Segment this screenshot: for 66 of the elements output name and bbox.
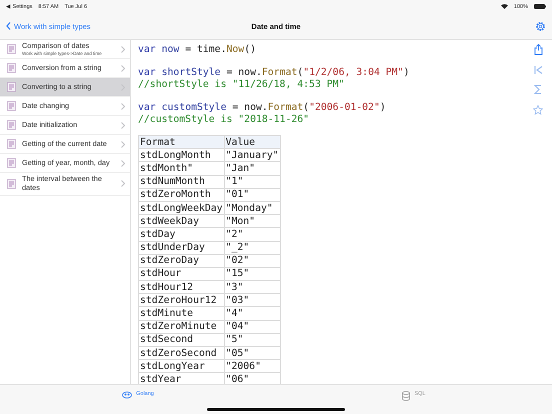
star-icon[interactable] xyxy=(533,105,543,115)
code-line: //shortStyle is "11/26/18, 4:53 PM" xyxy=(138,79,346,91)
table-cell: stdMinute xyxy=(138,306,224,320)
document-icon xyxy=(7,178,16,189)
column-header: Value xyxy=(224,136,280,149)
document-icon xyxy=(7,139,16,149)
table-cell: stdZeroDay xyxy=(138,254,224,268)
chevron-icon xyxy=(121,46,125,52)
table-cell: "_2" xyxy=(224,241,280,254)
table-cell: "03" xyxy=(224,294,280,307)
back-chevron-icon xyxy=(6,22,11,30)
table-cell: "02" xyxy=(224,254,280,268)
table-cell: stdZeroHour12 xyxy=(138,294,224,307)
code-line: var shortStyle = now.Format("1/2/06, 3:04 PM") xyxy=(138,67,410,79)
table-cell: "January" xyxy=(224,148,280,162)
sigma-icon[interactable] xyxy=(534,85,542,94)
chevron-icon xyxy=(121,64,125,72)
database-icon xyxy=(402,391,410,401)
code-line: //customStyle is "2018-11-26" xyxy=(138,114,310,126)
column-header: Format xyxy=(138,136,224,149)
settings-icon[interactable] xyxy=(535,20,546,32)
table-cell: stdWeekDay xyxy=(138,214,224,228)
table-cell: stdNumMonth xyxy=(138,175,224,188)
table-cell: "Jan" xyxy=(224,162,280,176)
chevron-icon xyxy=(121,102,125,110)
table-cell: "Monday" xyxy=(224,201,280,215)
code-line: var customStyle = now.Format("2006-01-02") xyxy=(138,102,387,114)
document-icon xyxy=(7,44,16,54)
chevron-icon xyxy=(121,160,125,166)
skip-back-icon[interactable] xyxy=(534,66,542,74)
table-cell: "4" xyxy=(224,306,280,320)
table-cell: stdMonth" xyxy=(138,162,224,176)
table-cell: "3" xyxy=(224,280,280,294)
table-cell: stdZeroSecond xyxy=(138,346,224,360)
chevron-icon xyxy=(121,122,125,128)
table-cell: "05" xyxy=(224,346,280,360)
table-cell: stdLongMonth xyxy=(138,148,224,162)
table-cell: stdZeroMinute xyxy=(138,320,224,334)
table-cell: stdDay xyxy=(138,228,224,241)
table-cell: "01" xyxy=(224,188,280,202)
wifi-icon xyxy=(500,4,508,9)
table-cell: stdHour12 xyxy=(138,280,224,294)
table-cell: "2" xyxy=(224,228,280,241)
document-icon xyxy=(7,82,16,92)
document-icon xyxy=(7,101,16,111)
document-icon xyxy=(7,120,16,130)
table-cell: "5" xyxy=(224,333,280,346)
table-cell: stdLongWeekDay xyxy=(138,201,224,215)
table-cell: "2006" xyxy=(224,360,280,373)
chevron-icon xyxy=(121,140,125,148)
gopher-icon xyxy=(122,391,132,399)
table-cell: stdSecond xyxy=(138,333,224,346)
table-cell: stdUnderDay xyxy=(138,241,224,254)
table-cell: "1" xyxy=(224,175,280,188)
table-cell: "Mon" xyxy=(224,214,280,228)
table-cell: stdHour xyxy=(138,267,224,281)
code-line: var now = time.Now() xyxy=(138,44,257,56)
chevron-icon xyxy=(121,180,125,188)
table-cell: "04" xyxy=(224,320,280,334)
document-icon xyxy=(7,158,16,168)
table-cell: stdLongYear xyxy=(138,360,224,373)
share-icon[interactable] xyxy=(534,44,542,55)
table-cell: stdZeroMonth xyxy=(138,188,224,202)
document-icon xyxy=(7,63,16,73)
battery-icon xyxy=(534,4,546,9)
table-cell: "15" xyxy=(224,267,280,281)
